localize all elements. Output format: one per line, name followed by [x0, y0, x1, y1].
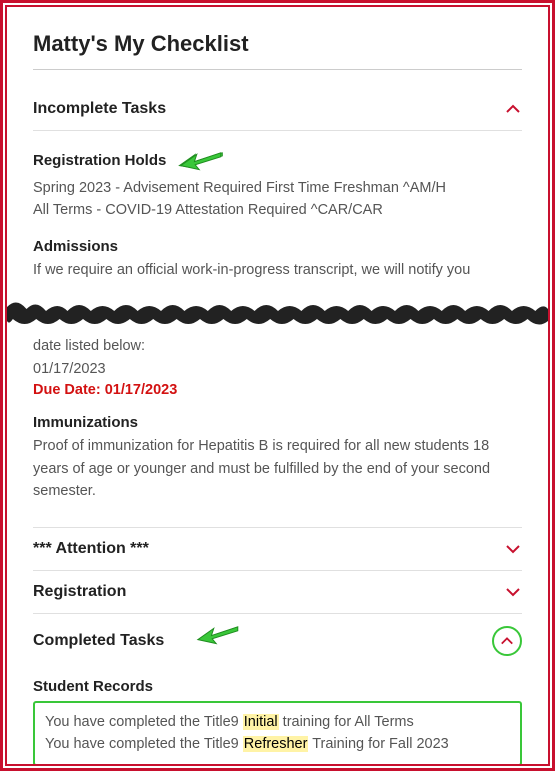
accordion-title-completed: Completed Tasks: [33, 632, 164, 650]
subhead-registration-holds: Registration Holds: [33, 152, 166, 169]
accordion-registration[interactable]: Registration: [33, 571, 522, 614]
title-divider: [33, 69, 522, 70]
accordion-attention[interactable]: *** Attention ***: [33, 527, 522, 571]
accordion-title-registration: Registration: [33, 583, 126, 601]
accordion-title-incomplete: Incomplete Tasks: [33, 100, 166, 118]
page-title: Matty's My Checklist: [33, 31, 522, 57]
subhead-immunizations: Immunizations: [33, 414, 138, 431]
highlight-refresher: Refresher: [243, 736, 309, 752]
annotation-circle: [492, 626, 522, 656]
chevron-up-icon: [498, 632, 516, 650]
immunizations-text: Proof of immunization for Hepatitis B is…: [33, 435, 522, 502]
chevron-up-icon: [504, 100, 522, 118]
student-records-row2: You have completed the Title9 Refresher …: [45, 733, 510, 755]
annotation-arrow-icon: [176, 147, 224, 173]
chevron-down-icon: [504, 583, 522, 601]
accordion-title-attention: *** Attention ***: [33, 540, 149, 558]
admissions-tail: date listed below:: [33, 335, 522, 357]
admissions-due-date: Due Date: 01/17/2023: [33, 382, 522, 398]
torn-edge-graphic: [7, 295, 548, 333]
annotation-arrow-icon: [193, 621, 241, 647]
admissions-pre-rip: If we require an official work-in-progre…: [33, 259, 522, 281]
reg-hold-line2: All Terms - COVID-19 Attestation Require…: [33, 199, 522, 221]
annotation-highlight-box: You have completed the Title9 Initial tr…: [33, 701, 522, 766]
chevron-down-icon: [504, 540, 522, 558]
subhead-admissions: Admissions: [33, 238, 118, 255]
admissions-post-rip: date listed below: 01/17/2023 Due Date: …: [33, 335, 522, 398]
section-admissions: Admissions If we require an official wor…: [33, 238, 522, 281]
reg-hold-line1: Spring 2023 - Advisement Required First …: [33, 177, 522, 199]
section-immunizations: Immunizations Proof of immunization for …: [33, 414, 522, 502]
student-records-row1: You have completed the Title9 Initial tr…: [45, 711, 510, 733]
section-registration-holds: Registration Holds Spring 2023 - Advisem…: [33, 147, 522, 222]
subhead-student-records: Student Records: [33, 678, 153, 695]
accordion-incomplete-tasks[interactable]: Incomplete Tasks: [33, 88, 522, 131]
admissions-date: 01/17/2023: [33, 358, 522, 380]
accordion-completed-tasks[interactable]: Completed Tasks: [33, 614, 522, 668]
highlight-initial: Initial: [243, 714, 279, 730]
